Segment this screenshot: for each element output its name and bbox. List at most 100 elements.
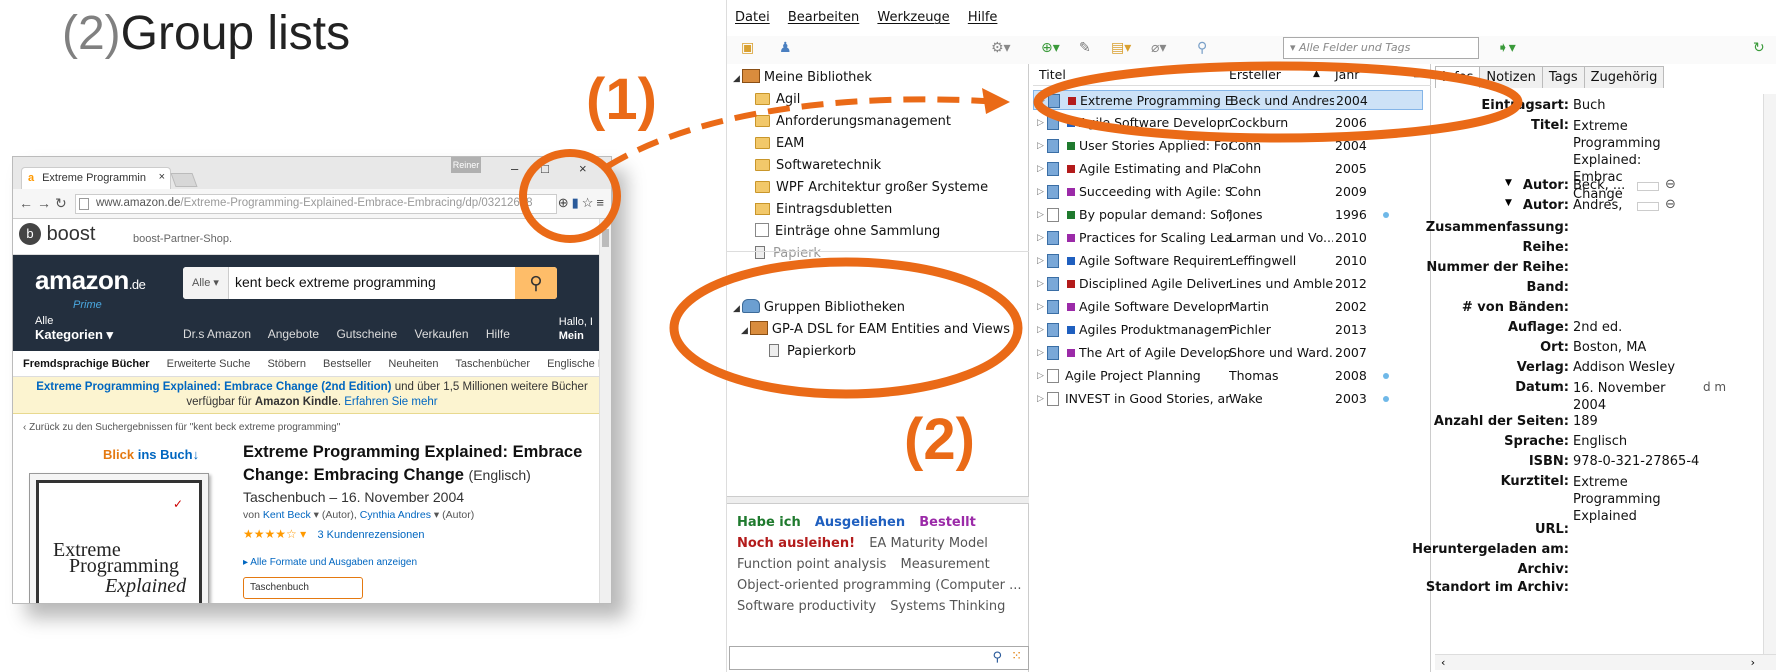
expand-icon[interactable]: ▷ bbox=[1037, 343, 1044, 363]
category-link[interactable]: Erweiterte Suche bbox=[167, 358, 251, 370]
tab-tags[interactable]: Tags bbox=[1541, 66, 1585, 88]
field-value[interactable]: 978-0-321-27865-4 bbox=[1573, 454, 1699, 469]
back-to-results-link[interactable]: ‹ Zurück zu den Suchergebnissen für "ken… bbox=[13, 414, 611, 441]
zotero-connector-icon[interactable]: ▮ bbox=[572, 195, 582, 210]
table-row[interactable]: ▷ The Art of Agile Develop... Shore und Wa… bbox=[1033, 343, 1423, 363]
zoom-icon[interactable]: ⊕ bbox=[558, 195, 572, 210]
browser-scrollbar[interactable] bbox=[599, 219, 611, 603]
expand-icon[interactable]: ▷ bbox=[1037, 251, 1044, 271]
scroll-right-icon[interactable]: › bbox=[1751, 656, 1755, 669]
tree-collection[interactable]: EAM bbox=[755, 134, 804, 154]
scroll-left-icon[interactable]: ‹ bbox=[1441, 656, 1445, 669]
maximize-icon[interactable]: □ bbox=[541, 161, 549, 176]
nav-link[interactable]: Gutscheine bbox=[336, 327, 397, 341]
table-row[interactable]: ▷ Disciplined Agile Delivery:...Lines und… bbox=[1033, 274, 1423, 294]
reviews-link[interactable]: 3 Kundenrezensionen bbox=[318, 529, 425, 541]
expand-icon[interactable]: ▷ bbox=[1037, 182, 1044, 202]
promo-more-link[interactable]: Erfahren Sie mehr bbox=[344, 396, 437, 408]
nav-link[interactable]: Angebote bbox=[268, 327, 319, 341]
tag-filter-input[interactable]: ⚲ ⁙ bbox=[729, 646, 1029, 670]
all-categories-menu[interactable]: Alle Kategorien ▾ bbox=[35, 315, 113, 343]
book-cover[interactable]: ✓ Extreme Programming Explained bbox=[29, 473, 209, 603]
table-row[interactable]: ▷ Succeeding with Agile: So...Cohn 2009 bbox=[1033, 182, 1423, 202]
rating[interactable]: ★★★★☆ ▾ 3 Kundenrezensionen bbox=[243, 527, 425, 541]
author-link[interactable]: Cynthia Andres bbox=[360, 509, 431, 521]
expand-icon[interactable]: ▷ bbox=[1037, 297, 1044, 317]
table-row[interactable]: ▷ By popular demand: Soft... Jones 1996 bbox=[1033, 205, 1423, 225]
category-link[interactable]: Bestseller bbox=[323, 358, 371, 370]
field-value[interactable]: Englisch bbox=[1573, 434, 1627, 449]
remove-author-icon[interactable]: ⊖ bbox=[1665, 197, 1676, 212]
category-link[interactable]: Englische B bbox=[547, 358, 605, 370]
browser-tab[interactable]: a Extreme Programmin × bbox=[21, 167, 171, 189]
creator-type-dropdown-icon[interactable]: ▼ bbox=[1505, 178, 1512, 188]
menu-icon[interactable]: ≡ bbox=[596, 195, 607, 210]
browser-user-badge[interactable]: Reiner bbox=[451, 157, 481, 173]
tab-notizen[interactable]: Notizen bbox=[1479, 66, 1543, 88]
column-picker-icon[interactable]: ⊞ bbox=[1413, 67, 1422, 80]
field-value[interactable]: Buch bbox=[1573, 98, 1606, 113]
tree-unfiled[interactable]: Einträge ohne Sammlung bbox=[755, 222, 940, 242]
close-window-icon[interactable]: × bbox=[579, 161, 587, 176]
author-type-switch[interactable] bbox=[1637, 202, 1659, 211]
expand-icon[interactable]: ▷ bbox=[1037, 205, 1044, 225]
author-link[interactable]: Kent Beck bbox=[263, 509, 311, 521]
reload-icon[interactable]: ↻ bbox=[55, 195, 67, 212]
collapse-icon[interactable]: ◢ bbox=[733, 74, 740, 84]
category-link[interactable]: Stöbern bbox=[267, 358, 306, 370]
new-note-icon[interactable]: ▤▾ bbox=[1111, 40, 1131, 56]
tag-pane-splitter[interactable] bbox=[727, 496, 1029, 504]
locate-icon[interactable]: ➧▾ bbox=[1497, 40, 1516, 56]
expand-icon[interactable]: ▷ bbox=[1037, 228, 1044, 248]
menu-werkzeuge[interactable]: Werkzeuge bbox=[877, 10, 949, 25]
field-value[interactable]: 189 bbox=[1573, 414, 1598, 429]
search-icon[interactable]: ⚲ bbox=[515, 267, 557, 299]
format-button[interactable]: Taschenbuch bbox=[243, 577, 363, 599]
column-creator[interactable]: Ersteller bbox=[1229, 67, 1281, 82]
menu-datei[interactable]: Datei bbox=[735, 10, 770, 25]
new-group-icon[interactable]: ♟ bbox=[779, 40, 792, 56]
boost-logo[interactable]: b boost bbox=[19, 223, 96, 246]
forward-icon[interactable]: → bbox=[37, 195, 51, 211]
tag[interactable]: Object-oriented programming (Computer ..… bbox=[737, 578, 1022, 593]
table-row[interactable]: ▷ INVEST in Good Stories, and ...Wake 2003 bbox=[1033, 389, 1423, 409]
table-row[interactable]: ▷ Practices for Scaling Lean ...Larman un… bbox=[1033, 228, 1423, 248]
new-tab-button[interactable] bbox=[170, 173, 198, 187]
table-row[interactable]: ▷ Agile Software Developm...Cockburn 2006 bbox=[1033, 113, 1423, 133]
menu-hilfe[interactable]: Hilfe bbox=[968, 10, 998, 25]
table-row[interactable]: ▷ Agile Software Requireme...Leffingwell 2… bbox=[1033, 251, 1423, 271]
item-pane-scrollbar[interactable] bbox=[1763, 94, 1776, 654]
column-year[interactable]: Jahr bbox=[1335, 67, 1359, 82]
close-tab-icon[interactable]: × bbox=[159, 171, 165, 183]
tree-group-libraries[interactable]: ◢ Gruppen Bibliotheken bbox=[733, 298, 905, 318]
field-value[interactable]: 2nd ed. bbox=[1573, 320, 1622, 335]
search-category-select[interactable]: Alle ▾ bbox=[183, 267, 229, 299]
expand-icon[interactable]: ▷ bbox=[1037, 113, 1044, 133]
tag[interactable]: EA Maturity Model bbox=[869, 536, 988, 551]
look-inside-link[interactable]: Blick ins Buch↓ bbox=[103, 447, 199, 462]
expand-icon[interactable]: ▷ bbox=[1037, 320, 1044, 340]
collapse-icon[interactable]: ◢ bbox=[733, 304, 740, 314]
nav-link[interactable]: Hilfe bbox=[486, 327, 510, 341]
tab-zugehoerig[interactable]: Zugehörig bbox=[1583, 66, 1665, 88]
creator-type-dropdown-icon[interactable]: ▼ bbox=[1505, 198, 1512, 208]
expand-icon[interactable]: ▷ bbox=[1037, 389, 1044, 409]
field-value[interactable]: Andres, bbox=[1573, 198, 1622, 213]
tree-collection[interactable]: WPF Architektur großer Systeme bbox=[755, 178, 988, 198]
amazon-logo[interactable]: amazon.de bbox=[35, 265, 146, 296]
field-value[interactable]: Addison Wesley bbox=[1573, 360, 1675, 375]
field-value[interactable]: 16. November 2004 bbox=[1573, 380, 1673, 414]
category-bold[interactable]: Fremdsprachige Bücher bbox=[23, 358, 150, 370]
table-row[interactable]: ▷ Agiles Produktmanageme...Pichler 2013 bbox=[1033, 320, 1423, 340]
search-input[interactable]: ▾ Alle Felder und Tags bbox=[1283, 37, 1479, 59]
expand-icon[interactable]: ▷ bbox=[1037, 274, 1044, 294]
tree-duplicates[interactable]: Eintragsdubletten bbox=[755, 200, 892, 220]
all-formats-link[interactable]: ▸ Alle Formate und Ausgaben anzeigen bbox=[243, 557, 417, 568]
tag[interactable]: Function point analysis bbox=[737, 557, 886, 572]
tree-collection[interactable]: Agil bbox=[755, 90, 800, 110]
tree-collection[interactable]: Softwaretechnik bbox=[755, 156, 881, 176]
tree-group-trash[interactable]: Papierkorb bbox=[769, 342, 856, 362]
add-by-identifier-icon[interactable]: ✎ bbox=[1079, 40, 1091, 56]
add-attachment-icon[interactable]: ⌀▾ bbox=[1151, 40, 1166, 56]
minimize-icon[interactable]: – bbox=[511, 161, 518, 176]
